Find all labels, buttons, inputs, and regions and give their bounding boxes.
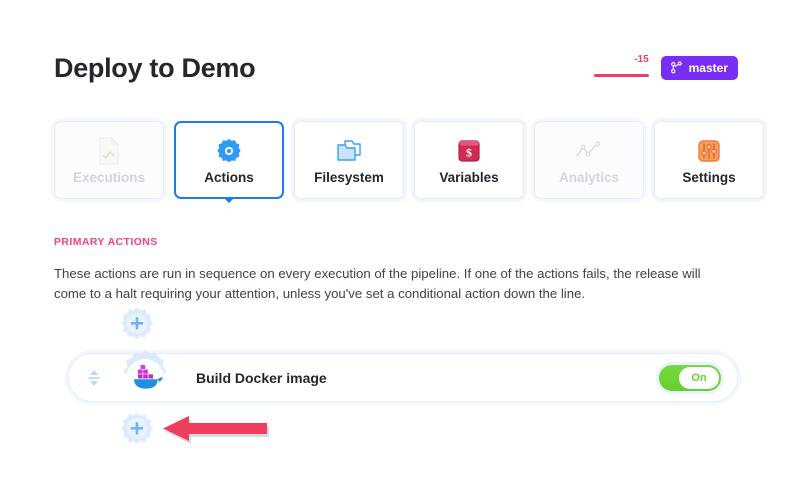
tab-analytics[interactable]: Analytics bbox=[534, 121, 644, 199]
pipeline-actions-list: Build Docker image On bbox=[54, 305, 744, 465]
drag-handle-icon[interactable] bbox=[83, 367, 105, 389]
tab-bar: Executions Actions Filesystem $ Variable… bbox=[54, 121, 764, 203]
tab-label: Settings bbox=[682, 169, 736, 185]
section-label: PRIMARY ACTIONS bbox=[54, 236, 158, 248]
tab-label: Analytics bbox=[558, 169, 620, 185]
svg-text:$: $ bbox=[466, 145, 472, 159]
action-icon[interactable] bbox=[115, 348, 175, 408]
toggle-knob-label: On bbox=[679, 366, 719, 389]
git-branch-icon bbox=[670, 61, 683, 74]
sliders-icon bbox=[697, 136, 721, 166]
tab-variables[interactable]: $ Variables bbox=[414, 121, 524, 199]
revision-meter: -15 bbox=[593, 54, 649, 80]
action-enabled-toggle[interactable]: On bbox=[659, 364, 721, 391]
page-title: Deploy to Demo bbox=[54, 53, 256, 83]
executions-document-icon bbox=[97, 136, 121, 166]
tab-settings[interactable]: Settings bbox=[654, 121, 764, 199]
docker-whale-icon bbox=[126, 358, 164, 397]
revision-bar bbox=[593, 74, 649, 77]
action-row[interactable]: Build Docker image On bbox=[68, 349, 738, 402]
section-description: These actions are run in sequence on eve… bbox=[54, 266, 701, 301]
branch-badge[interactable]: master bbox=[660, 56, 738, 80]
active-tab-caret bbox=[223, 197, 235, 203]
dollar-variable-icon: $ bbox=[457, 136, 481, 166]
branch-label: master bbox=[688, 60, 728, 75]
header-right-group: -15 master bbox=[593, 54, 738, 80]
gear-icon bbox=[216, 136, 242, 166]
page-header: Deploy to Demo -15 master bbox=[54, 48, 738, 94]
tab-label: Actions bbox=[204, 169, 254, 185]
line-chart-icon bbox=[575, 136, 603, 166]
tab-filesystem[interactable]: Filesystem bbox=[294, 121, 404, 199]
tab-actions[interactable]: Actions bbox=[174, 121, 284, 203]
add-action-bottom-button[interactable] bbox=[115, 410, 159, 454]
revision-value: -15 bbox=[634, 54, 649, 65]
tab-label: Executions bbox=[72, 169, 146, 185]
add-action-top-button[interactable] bbox=[115, 305, 159, 349]
tab-label: Variables bbox=[439, 169, 499, 185]
folder-stack-icon bbox=[336, 136, 362, 166]
tab-executions[interactable]: Executions bbox=[54, 121, 164, 199]
tab-label: Filesystem bbox=[314, 169, 384, 185]
action-name: Build Docker image bbox=[196, 369, 327, 386]
